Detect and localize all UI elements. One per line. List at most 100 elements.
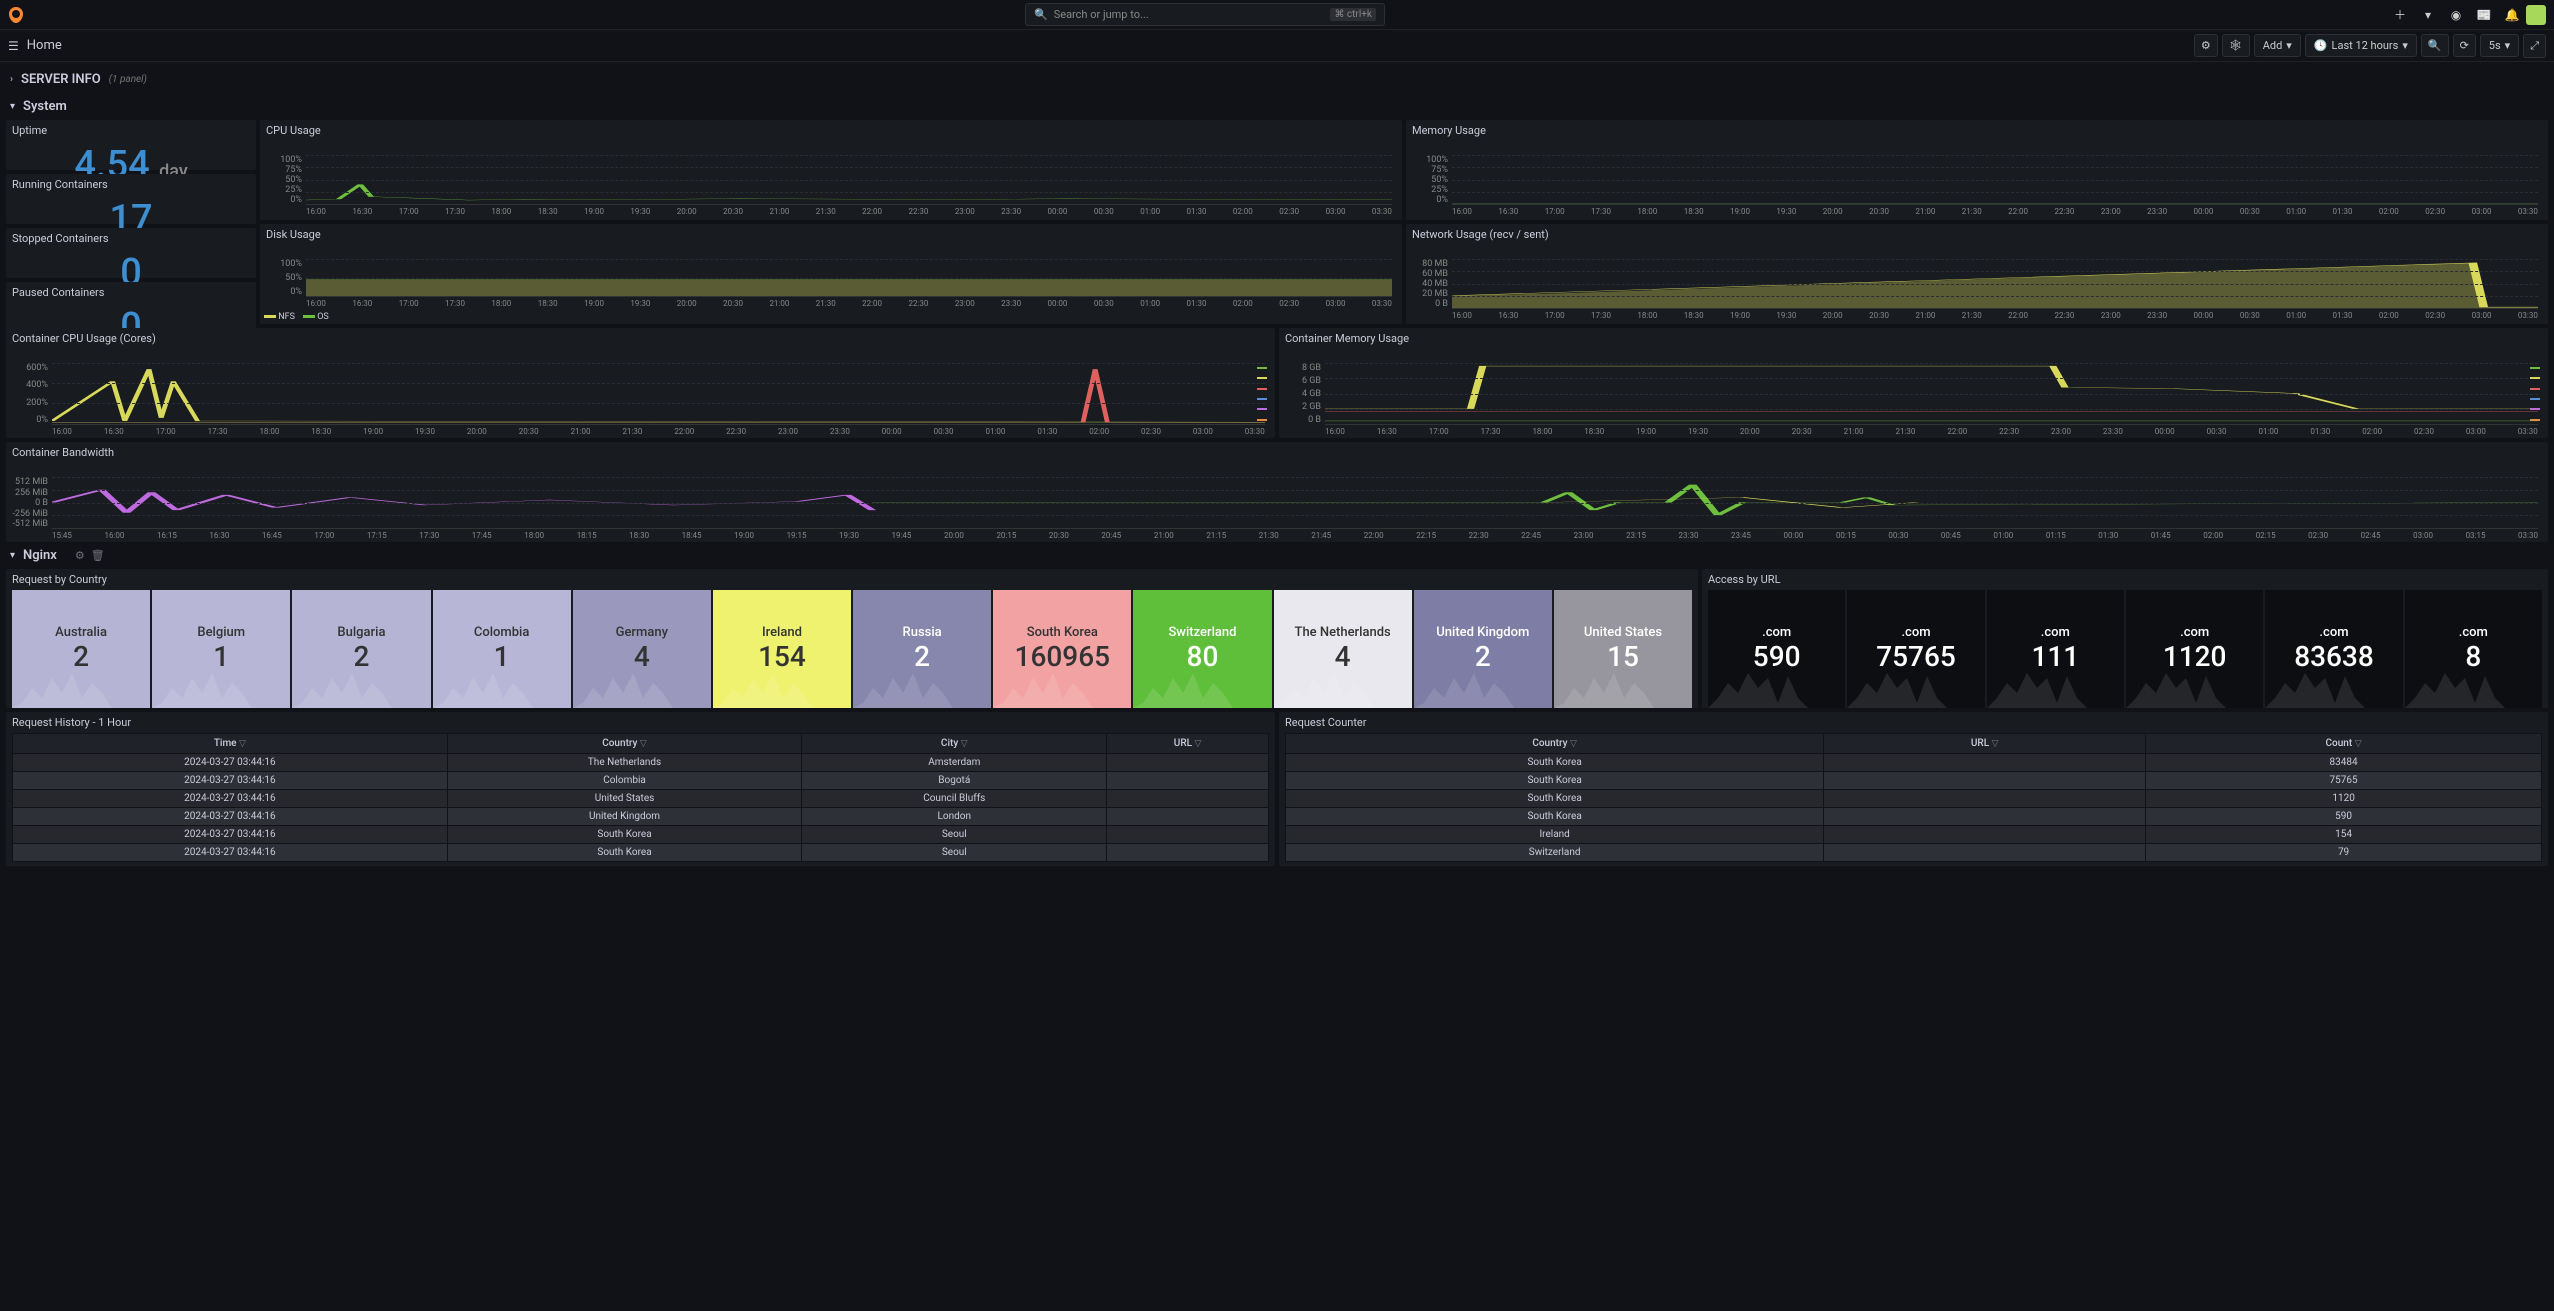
news-icon[interactable]: 📰 — [2470, 1, 2498, 29]
table-header[interactable]: URL ▽ — [1824, 734, 2146, 754]
panel-container-cpu[interactable]: Container CPU Usage (Cores) 600%400%200%… — [6, 328, 1275, 438]
tile-label: .com — [1901, 625, 1930, 640]
table-row[interactable]: Switzerland79 — [1286, 844, 2542, 862]
country-tile[interactable]: Belgium1 — [152, 590, 290, 708]
request-history-table: Time ▽Country ▽City ▽URL ▽ 2024-03-27 03… — [12, 733, 1269, 862]
breadcrumb-home[interactable]: Home — [27, 38, 62, 53]
row-settings-icon[interactable]: ⚙ — [75, 549, 85, 562]
grafana-logo-icon[interactable] — [8, 7, 24, 23]
table-row[interactable]: 2024-03-27 03:44:16South KoreaSeoul — [13, 844, 1269, 862]
table-row[interactable]: Ireland154 — [1286, 826, 2542, 844]
table-row[interactable]: South Korea1120 — [1286, 790, 2542, 808]
table-header[interactable]: Count ▽ — [2146, 734, 2542, 754]
global-search[interactable]: 🔍 Search or jump to... ⌘ ctrl+k — [1025, 3, 1385, 26]
table-header[interactable]: City ▽ — [802, 734, 1107, 754]
url-tile[interactable]: .com75765 — [1847, 590, 1984, 708]
panel-title: Paused Containers — [12, 286, 250, 299]
chevron-down-icon[interactable]: ▾ — [2414, 1, 2442, 29]
panel-container-bandwidth[interactable]: Container Bandwidth 512 MiB256 MiB0 B-25… — [6, 442, 2548, 542]
filter-icon[interactable]: ▽ — [2355, 739, 2362, 749]
table-row[interactable]: 2024-03-27 03:44:16United KingdomLondon — [13, 808, 1269, 826]
url-tile[interactable]: .com83638 — [2265, 590, 2402, 708]
search-placeholder: Search or jump to... — [1054, 8, 1149, 21]
kiosk-button[interactable]: ⤢ — [2523, 34, 2546, 58]
country-tile[interactable]: Switzerland80 — [1133, 590, 1271, 708]
table-row[interactable]: South Korea83484 — [1286, 754, 2542, 772]
table-row[interactable]: 2024-03-27 03:44:16ColombiaBogotá — [13, 772, 1269, 790]
bell-icon[interactable]: 🔔 — [2498, 1, 2526, 29]
add-button[interactable]: Add ▾ — [2254, 34, 2301, 57]
url-tile[interactable]: .com590 — [1708, 590, 1845, 708]
table-row[interactable]: South Korea75765 — [1286, 772, 2542, 790]
plus-icon[interactable]: ＋ — [2386, 1, 2414, 29]
table-row[interactable]: 2024-03-27 03:44:16United StatesCouncil … — [13, 790, 1269, 808]
table-header[interactable]: URL ▽ — [1107, 734, 1269, 754]
row-server-info[interactable]: › SERVER INFO (1 panel) — [6, 66, 2548, 93]
filter-icon[interactable]: ▽ — [640, 739, 647, 749]
panel-network-usage[interactable]: Network Usage (recv / sent) 80 MB60 MB40… — [1406, 224, 2548, 324]
country-tile[interactable]: Bulgaria2 — [292, 590, 430, 708]
panel-memory-usage[interactable]: Memory Usage 100%75%50%25%0% 16:0016:301… — [1406, 120, 2548, 220]
country-tile[interactable]: United Kingdom2 — [1414, 590, 1552, 708]
table-row[interactable]: 2024-03-27 03:44:16The NetherlandsAmster… — [13, 754, 1269, 772]
url-tile[interactable]: .com111 — [1987, 590, 2124, 708]
x-axis: 16:0016:3017:0017:3018:0018:3019:0019:30… — [306, 299, 1392, 313]
panel-stopped-containers[interactable]: Stopped Containers 0 — [6, 228, 256, 278]
x-axis: 16:0016:3017:0017:3018:0018:3019:0019:30… — [1452, 311, 2538, 325]
row-system[interactable]: ▾ System — [6, 93, 2548, 120]
panel-disk-usage[interactable]: Disk Usage 100%50%0% 16:0016:3017:0017:3… — [260, 224, 1402, 324]
tile-label: United Kingdom — [1436, 625, 1529, 640]
tile-label: .com — [2459, 625, 2488, 640]
country-tile[interactable]: Germany4 — [573, 590, 711, 708]
dashboard-insights-button[interactable]: 🕸 — [2222, 34, 2250, 57]
chevron-down-icon: ▾ — [10, 101, 15, 112]
country-tile[interactable]: Colombia1 — [433, 590, 571, 708]
country-tile[interactable]: Russia2 — [853, 590, 991, 708]
help-icon[interactable]: ◉ — [2442, 1, 2470, 29]
panel-request-counter[interactable]: Request Counter Country ▽URL ▽Count ▽ So… — [1279, 712, 2548, 866]
row-delete-icon[interactable]: 🗑 — [91, 549, 105, 562]
panel-running-containers[interactable]: Running Containers 17 — [6, 174, 256, 224]
filter-icon[interactable]: ▽ — [1992, 739, 1999, 749]
table-header[interactable]: Time ▽ — [13, 734, 448, 754]
filter-icon[interactable]: ▽ — [1195, 739, 1202, 749]
country-tile[interactable]: The Netherlands4 — [1274, 590, 1412, 708]
menu-toggle-icon[interactable]: ☰ — [8, 39, 19, 53]
panel-access-by-url[interactable]: Access by URL .com590.com75765.com111.co… — [1702, 569, 2548, 708]
tile-label: .com — [2180, 625, 2209, 640]
y-axis: 100%75%50%25%0% — [1412, 155, 1452, 205]
time-range-picker[interactable]: 🕓 Last 12 hours ▾ — [2305, 34, 2417, 57]
country-tile[interactable]: Australia2 — [12, 590, 150, 708]
tile-label: .com — [2319, 625, 2348, 640]
filter-icon[interactable]: ▽ — [1570, 739, 1577, 749]
url-tile[interactable]: .com8 — [2405, 590, 2542, 708]
panel-container-memory[interactable]: Container Memory Usage 8 GB6 GB4 GB2 GB0… — [1279, 328, 2548, 438]
country-tile[interactable]: South Korea160965 — [993, 590, 1131, 708]
x-axis: 16:0016:3017:0017:3018:0018:3019:0019:30… — [1325, 427, 2538, 441]
table-row[interactable]: 2024-03-27 03:44:16South KoreaSeoul — [13, 826, 1269, 844]
url-tile[interactable]: .com1120 — [2126, 590, 2263, 708]
panel-paused-containers[interactable]: Paused Containers 0 — [6, 282, 256, 332]
x-axis: 16:0016:3017:0017:3018:0018:3019:0019:30… — [52, 427, 1265, 441]
tile-label: Bulgaria — [337, 625, 385, 640]
panel-cpu-usage[interactable]: CPU Usage 100%75%50%25%0% 16:0016:3017:0… — [260, 120, 1402, 220]
request-counter-table: Country ▽URL ▽Count ▽ South Korea83484So… — [1285, 733, 2542, 862]
country-tile[interactable]: United States15 — [1554, 590, 1692, 708]
plot-area — [52, 363, 1265, 425]
profile-icon[interactable] — [2526, 5, 2546, 25]
filter-icon[interactable]: ▽ — [239, 739, 246, 749]
refresh-interval-picker[interactable]: 5s ▾ — [2480, 34, 2519, 57]
refresh-button[interactable]: ⟳ — [2453, 34, 2476, 57]
country-tile[interactable]: Ireland154 — [713, 590, 851, 708]
table-row[interactable]: South Korea590 — [1286, 808, 2542, 826]
zoom-out-button[interactable]: 🔍 — [2421, 34, 2449, 57]
panel-request-history[interactable]: Request History - 1 Hour Time ▽Country ▽… — [6, 712, 1275, 866]
row-nginx[interactable]: ▾ Nginx ⚙ 🗑 — [6, 542, 2548, 569]
table-header[interactable]: Country ▽ — [1286, 734, 1824, 754]
y-axis: 8 GB6 GB4 GB2 GB0 B — [1285, 363, 1325, 425]
table-header[interactable]: Country ▽ — [447, 734, 802, 754]
panel-request-by-country[interactable]: Request by Country Australia2Belgium1Bul… — [6, 569, 1698, 708]
dashboard-settings-button[interactable]: ⚙ — [2194, 34, 2218, 57]
panel-uptime[interactable]: Uptime 4.54 day — [6, 120, 256, 170]
filter-icon[interactable]: ▽ — [961, 739, 968, 749]
